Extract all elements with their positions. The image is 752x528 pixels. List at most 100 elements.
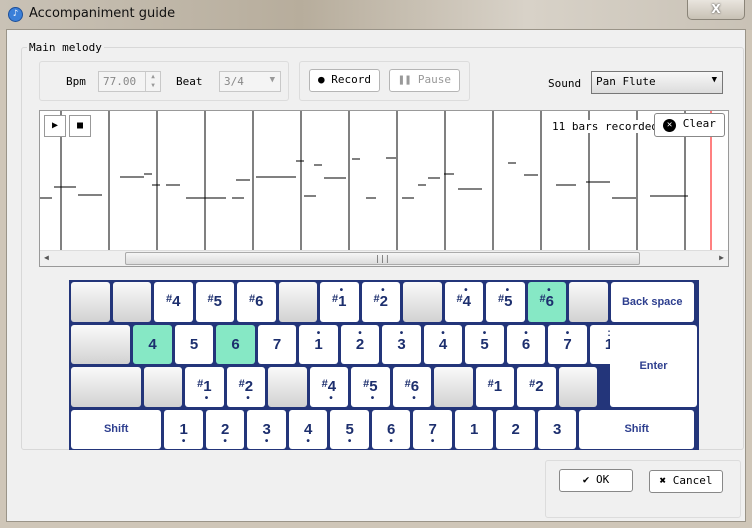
key-2-lo[interactable]: #2 • xyxy=(226,367,266,407)
cancel-button[interactable]: ✖ Cancel xyxy=(649,470,723,493)
blank-key[interactable] xyxy=(403,282,442,322)
octave-dot-icon: • xyxy=(482,327,487,339)
key-5-hi[interactable]: 5 • xyxy=(465,324,504,364)
key-2[interactable]: 2 xyxy=(496,409,535,449)
key-label: 2 xyxy=(511,420,520,438)
enter-key[interactable]: Enter xyxy=(610,324,697,407)
scroll-left-icon[interactable]: ◀ xyxy=(44,253,49,262)
key-label: 3 • xyxy=(262,420,271,447)
key-1[interactable]: #1 xyxy=(475,367,515,407)
blank-key[interactable] xyxy=(569,282,608,322)
key-5-hi[interactable]: #5 • xyxy=(486,282,525,322)
beat-label: Beat xyxy=(176,75,203,88)
key-4-lo[interactable]: 4 • xyxy=(288,409,328,449)
octave-dot-icon: • xyxy=(347,435,352,447)
key-4-hi[interactable]: 4 • xyxy=(423,324,463,364)
key-6-lo[interactable]: #6 • xyxy=(392,367,432,407)
beat-select[interactable]: 3/4 ▼ xyxy=(219,71,281,92)
clear-button[interactable]: ✕ Clear xyxy=(654,113,725,137)
octave-dot-icon: • xyxy=(389,435,393,447)
key-label: #1 xyxy=(487,378,503,396)
key-label: #5 • xyxy=(498,285,513,311)
octave-dot-icon: • xyxy=(547,285,551,297)
key-2[interactable]: #2 xyxy=(517,367,556,407)
bpm-spinner[interactable]: 77.00 ▲ ▼ xyxy=(98,71,161,92)
key-4[interactable]: #4 xyxy=(154,282,193,322)
clear-icon: ✕ xyxy=(663,119,677,132)
sound-select[interactable]: Pan Flute ▼ xyxy=(591,71,723,94)
dialog-body: Main melody Bpm 77.00 ▲ ▼ Beat 3/4 ▼ ● Reco… xyxy=(6,29,746,522)
blank-key[interactable] xyxy=(434,367,473,407)
blank-key[interactable] xyxy=(71,282,110,322)
key-6-hi[interactable]: 6 • xyxy=(506,324,546,364)
blank-key[interactable] xyxy=(268,367,307,407)
key-4[interactable]: 4 xyxy=(133,324,172,364)
key-2-hi[interactable]: 2 • xyxy=(340,324,380,364)
key-3-lo[interactable]: 3 • xyxy=(247,409,286,449)
key-6-lo[interactable]: 6 • xyxy=(371,409,411,449)
key-5-lo[interactable]: 5 • xyxy=(330,409,369,449)
octave-dot-icon: • xyxy=(381,285,385,297)
octave-dot-icon: • xyxy=(306,435,310,447)
key-5[interactable]: 5 xyxy=(174,324,214,364)
key-1-lo[interactable]: 1 • xyxy=(164,409,203,449)
key-4-lo[interactable]: #4 • xyxy=(309,367,349,407)
key-3[interactable]: 3 xyxy=(537,409,577,449)
key-1-hi[interactable]: #1 • xyxy=(320,282,359,322)
ok-button[interactable]: ✔ OK xyxy=(559,469,633,492)
key-2-lo[interactable]: 2 • xyxy=(205,409,245,449)
close-button[interactable]: X xyxy=(687,0,745,20)
octave-dot-icon: • xyxy=(204,393,209,405)
key-label: 5 • xyxy=(480,327,489,353)
sound-value: Pan Flute xyxy=(596,75,656,88)
play-button[interactable]: ▶ xyxy=(44,115,66,137)
chevron-down-icon: ▼ xyxy=(711,75,717,85)
key-label: 4 • xyxy=(303,420,313,447)
key-shift[interactable]: Shift xyxy=(579,409,694,449)
piano-roll[interactable]: ▶ ■ 11 bars recorded ✕ Clear ◀ ||| ▶ xyxy=(39,110,729,267)
key-label: 6 xyxy=(231,335,240,353)
blank-key[interactable] xyxy=(112,282,151,322)
horizontal-scrollbar[interactable]: ◀ ||| ▶ xyxy=(40,250,728,266)
blank-key[interactable] xyxy=(143,367,183,407)
key-4-hi[interactable]: #4 • xyxy=(444,282,483,322)
spinner-arrows[interactable]: ▲ ▼ xyxy=(145,72,160,91)
key-label: 2 • xyxy=(220,420,230,447)
key-6[interactable]: #6 xyxy=(237,282,276,322)
stop-button[interactable]: ■ xyxy=(69,115,91,137)
key-5-lo[interactable]: #5 • xyxy=(351,367,390,407)
blank-key[interactable] xyxy=(71,324,131,364)
key-7-hi[interactable]: 7 • xyxy=(548,324,587,364)
key-label: 5 xyxy=(189,335,199,353)
key-label: #4 • xyxy=(456,285,471,311)
blank-key[interactable] xyxy=(558,367,598,407)
key-label: 2 • xyxy=(355,327,365,353)
octave-dot-icon: • xyxy=(565,327,570,339)
key-label: #1 • xyxy=(197,378,212,405)
key-7-lo[interactable]: 7 • xyxy=(413,409,452,449)
key-6-hi[interactable]: #6 • xyxy=(527,282,566,322)
key-label: 1 • xyxy=(314,327,323,353)
octave-dot-icon: • xyxy=(412,393,416,405)
record-icon: ● xyxy=(318,73,325,86)
key-label: 4 • xyxy=(438,327,448,353)
key-5[interactable]: #5 xyxy=(195,282,234,322)
scroll-right-icon[interactable]: ▶ xyxy=(719,253,724,262)
key-label: 7 • xyxy=(428,420,437,447)
key-shift[interactable]: Shift xyxy=(71,409,162,449)
key-7[interactable]: 7 xyxy=(257,324,297,364)
scrollbar-thumb[interactable]: ||| xyxy=(125,252,640,265)
record-button[interactable]: ● Record xyxy=(309,69,380,92)
key-3-hi[interactable]: 3 • xyxy=(382,324,421,364)
key-1-hi[interactable]: 1 • xyxy=(299,324,338,364)
blank-key[interactable] xyxy=(71,367,141,407)
window-title: Accompaniment guide xyxy=(29,6,176,21)
key-1-lo[interactable]: #1 • xyxy=(185,367,224,407)
blank-key[interactable] xyxy=(278,282,317,322)
key-1[interactable]: 1 xyxy=(454,409,494,449)
key-6[interactable]: 6 xyxy=(216,324,255,364)
key-2-hi[interactable]: #2 • xyxy=(361,282,400,322)
key-label: #2 • xyxy=(238,378,254,405)
pause-button[interactable]: ❚❚ Pause xyxy=(389,69,460,92)
key-back-space[interactable]: Back space xyxy=(610,282,694,322)
